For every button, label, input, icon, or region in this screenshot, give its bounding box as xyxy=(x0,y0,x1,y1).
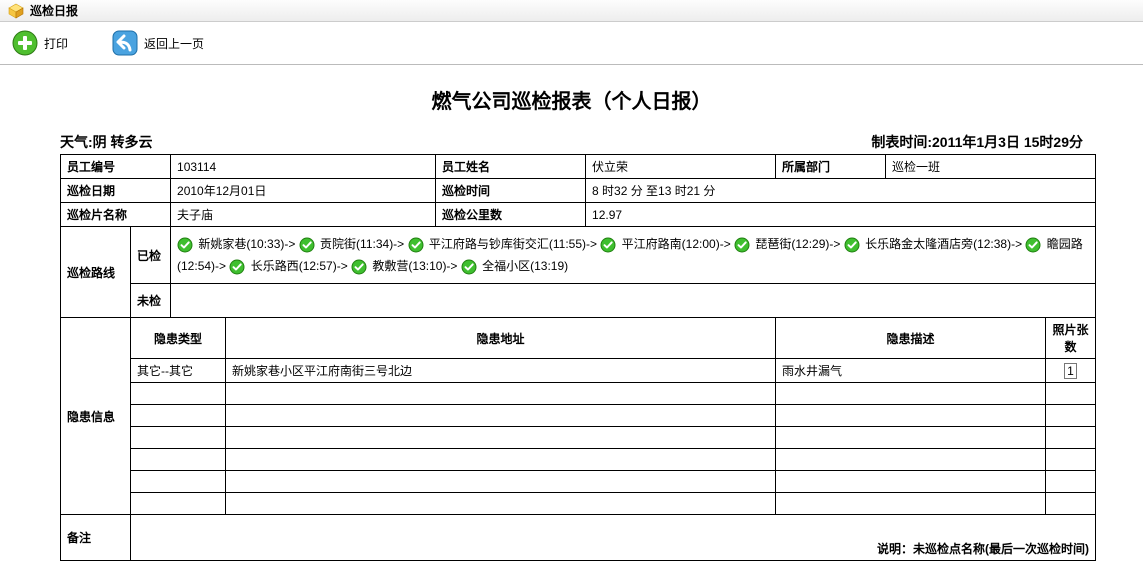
check-icon xyxy=(177,237,193,253)
check-icon xyxy=(408,237,424,253)
check-icon xyxy=(351,259,367,275)
print-label: 打印 xyxy=(44,35,68,52)
lbl-area: 巡检片名称 xyxy=(61,203,171,227)
back-icon xyxy=(110,28,140,58)
hdr-hazard-desc: 隐患描述 xyxy=(776,318,1046,359)
check-icon xyxy=(299,237,315,253)
lbl-checked: 已检 xyxy=(131,227,171,284)
route-unchecked xyxy=(171,284,1096,318)
lbl-km: 巡检公里数 xyxy=(436,203,586,227)
photo-link[interactable]: 1 xyxy=(1064,363,1077,379)
hazard-row xyxy=(61,471,1096,493)
cube-icon xyxy=(8,3,24,19)
report-table: 员工编号 103114 员工姓名 伏立荣 所属部门 巡检一班 巡检日期 2010… xyxy=(60,154,1096,561)
lbl-emp-id: 员工编号 xyxy=(61,155,171,179)
val-patrol-time: 8 时32 分 至13 时21 分 xyxy=(586,179,1096,203)
hazard-desc: 雨水井漏气 xyxy=(776,359,1046,383)
val-emp-id: 103114 xyxy=(171,155,436,179)
val-km: 12.97 xyxy=(586,203,1096,227)
back-button[interactable]: 返回上一页 xyxy=(110,28,204,58)
hazard-row: 其它--其它 新姚家巷小区平江府南街三号北边 雨水井漏气 1 xyxy=(61,359,1096,383)
hazard-photos: 1 xyxy=(1046,359,1096,383)
check-icon xyxy=(844,237,860,253)
check-icon xyxy=(600,237,616,253)
hazard-row xyxy=(61,427,1096,449)
lbl-remark: 备注 xyxy=(61,515,131,561)
meta-row: 天气:阴 转多云 制表时间:2011年1月3日 15时29分 xyxy=(60,132,1083,152)
add-print-icon xyxy=(10,28,40,58)
content: 燃气公司巡检报表（个人日报） 天气:阴 转多云 制表时间:2011年1月3日 1… xyxy=(0,65,1143,581)
footnote: 说明：未巡检点名称(最后一次巡检时间) xyxy=(137,540,1089,557)
val-emp-name: 伏立荣 xyxy=(586,155,776,179)
check-icon xyxy=(461,259,477,275)
check-icon xyxy=(229,259,245,275)
lbl-hazard-info: 隐患信息 xyxy=(61,318,131,515)
hazard-addr: 新姚家巷小区平江府南街三号北边 xyxy=(226,359,776,383)
lbl-emp-name: 员工姓名 xyxy=(436,155,586,179)
val-patrol-date: 2010年12月01日 xyxy=(171,179,436,203)
header-title: 巡检日报 xyxy=(30,2,78,19)
lbl-patrol-date: 巡检日期 xyxy=(61,179,171,203)
remark-cell: 说明：未巡检点名称(最后一次巡检时间) xyxy=(131,515,1096,561)
lbl-route: 巡检路线 xyxy=(61,227,131,318)
gen-time: 制表时间:2011年1月3日 15时29分 xyxy=(871,132,1083,152)
hazard-row xyxy=(61,493,1096,515)
route-checked: 新姚家巷(10:33)-> 贡院街(11:34)-> 平江府路与钞库街交汇(11… xyxy=(171,227,1096,284)
lbl-dept: 所属部门 xyxy=(776,155,886,179)
back-label: 返回上一页 xyxy=(144,35,204,52)
print-button[interactable]: 打印 xyxy=(10,28,68,58)
val-area: 夫子庙 xyxy=(171,203,436,227)
toolbar: 打印 返回上一页 xyxy=(0,22,1143,65)
val-dept: 巡检一班 xyxy=(886,155,1096,179)
hazard-type: 其它--其它 xyxy=(131,359,226,383)
check-icon xyxy=(734,237,750,253)
check-icon xyxy=(1025,237,1041,253)
hazard-row xyxy=(61,383,1096,405)
lbl-patrol-time: 巡检时间 xyxy=(436,179,586,203)
hdr-hazard-type: 隐患类型 xyxy=(131,318,226,359)
lbl-unchecked: 未检 xyxy=(131,284,171,318)
page-title: 燃气公司巡检报表（个人日报） xyxy=(60,85,1083,114)
window-header: 巡检日报 xyxy=(0,0,1143,22)
hazard-row xyxy=(61,449,1096,471)
hdr-hazard-addr: 隐患地址 xyxy=(226,318,776,359)
hazard-row xyxy=(61,405,1096,427)
weather: 天气:阴 转多云 xyxy=(60,132,153,152)
hdr-photo-count: 照片张数 xyxy=(1046,318,1096,359)
